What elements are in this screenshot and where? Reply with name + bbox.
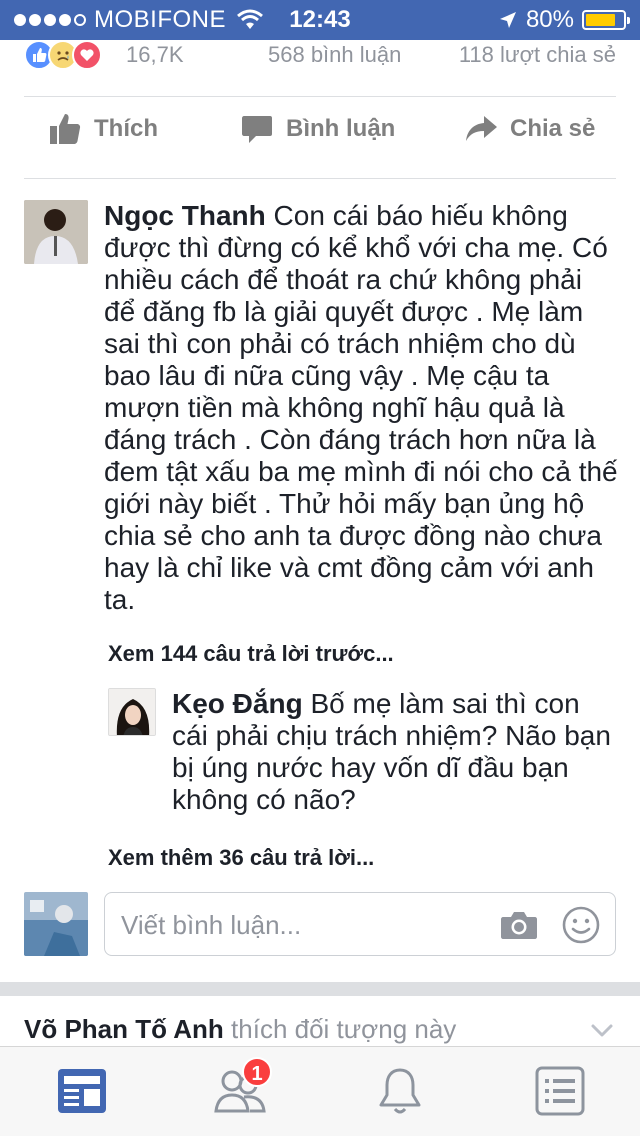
battery-area: 80% xyxy=(498,6,630,34)
comment-input[interactable] xyxy=(121,907,481,943)
reactions-summary[interactable]: 16,7K 568 bình luận 118 lượt chia sẻ xyxy=(0,40,640,74)
reaction-icons xyxy=(24,40,102,70)
location-arrow-icon xyxy=(499,12,516,28)
tab-friend-requests[interactable]: 1 xyxy=(214,1057,272,1117)
current-user-avatar xyxy=(24,892,88,956)
love-reaction-icon xyxy=(72,40,102,70)
comments-count[interactable]: 568 bình luận xyxy=(268,42,401,68)
chevron-down-icon[interactable] xyxy=(590,1018,614,1042)
story-action-text: thích đối tượng này xyxy=(231,1014,457,1044)
battery-fill xyxy=(586,14,615,26)
share-arrow-icon xyxy=(466,116,497,141)
comment-text: Con cái báo hiếu không được thì đừng có … xyxy=(104,200,618,615)
news-feed-icon xyxy=(58,1069,106,1113)
reply-author[interactable]: Kẹo Đắng xyxy=(172,688,303,719)
post-action-bar: Thích Bình luận Chia sẻ xyxy=(0,112,640,166)
bottom-tab-bar: 1 xyxy=(0,1046,640,1136)
bell-icon xyxy=(379,1068,421,1114)
like-button-label: Thích xyxy=(94,115,158,142)
divider xyxy=(24,96,616,97)
reply-body: Kẹo Đắng Bố mẹ làm sai thì con cái phải … xyxy=(172,688,612,816)
avatar[interactable] xyxy=(24,200,88,264)
emoji-icon[interactable] xyxy=(561,905,601,945)
camera-icon[interactable] xyxy=(499,905,539,945)
like-button[interactable]: Thích xyxy=(48,112,158,146)
comment-composer[interactable] xyxy=(104,892,616,956)
comment-body: Ngọc Thanh Con cái báo hiếu không được t… xyxy=(104,200,620,616)
write-comment-row xyxy=(0,892,640,956)
comment-author[interactable]: Ngọc Thanh xyxy=(104,200,266,231)
status-bar: MOBIFONE 12:43 80% xyxy=(0,0,640,40)
battery-percent: 80% xyxy=(525,6,574,33)
battery-icon xyxy=(582,10,630,30)
tab-news-feed[interactable] xyxy=(56,1065,108,1117)
comment-button[interactable]: Bình luận xyxy=(240,112,395,146)
share-button-label: Chia sẻ xyxy=(510,115,596,142)
tab-more[interactable] xyxy=(534,1065,586,1117)
share-button[interactable]: Chia sẻ xyxy=(464,112,595,146)
shares-count[interactable]: 118 lượt chia sẻ xyxy=(459,42,616,68)
next-story-header[interactable]: Võ Phan Tố Anh thích đối tượng này xyxy=(24,1014,616,1045)
story-actor-name[interactable]: Võ Phan Tố Anh xyxy=(24,1014,224,1044)
avatar[interactable] xyxy=(108,688,156,736)
tab-notifications[interactable] xyxy=(374,1065,426,1117)
divider xyxy=(24,178,616,179)
notification-badge: 1 xyxy=(242,1057,272,1087)
view-previous-replies-link[interactable]: Xem 144 câu trả lời trước... xyxy=(108,641,394,667)
view-more-replies-link[interactable]: Xem thêm 36 câu trả lời... xyxy=(108,845,374,871)
comment-button-label: Bình luận xyxy=(286,115,396,142)
thumbs-up-icon xyxy=(50,114,81,144)
speech-bubble-icon xyxy=(242,116,272,143)
section-separator xyxy=(0,982,640,996)
reaction-count[interactable]: 16,7K xyxy=(126,42,184,68)
menu-list-icon xyxy=(535,1066,585,1116)
